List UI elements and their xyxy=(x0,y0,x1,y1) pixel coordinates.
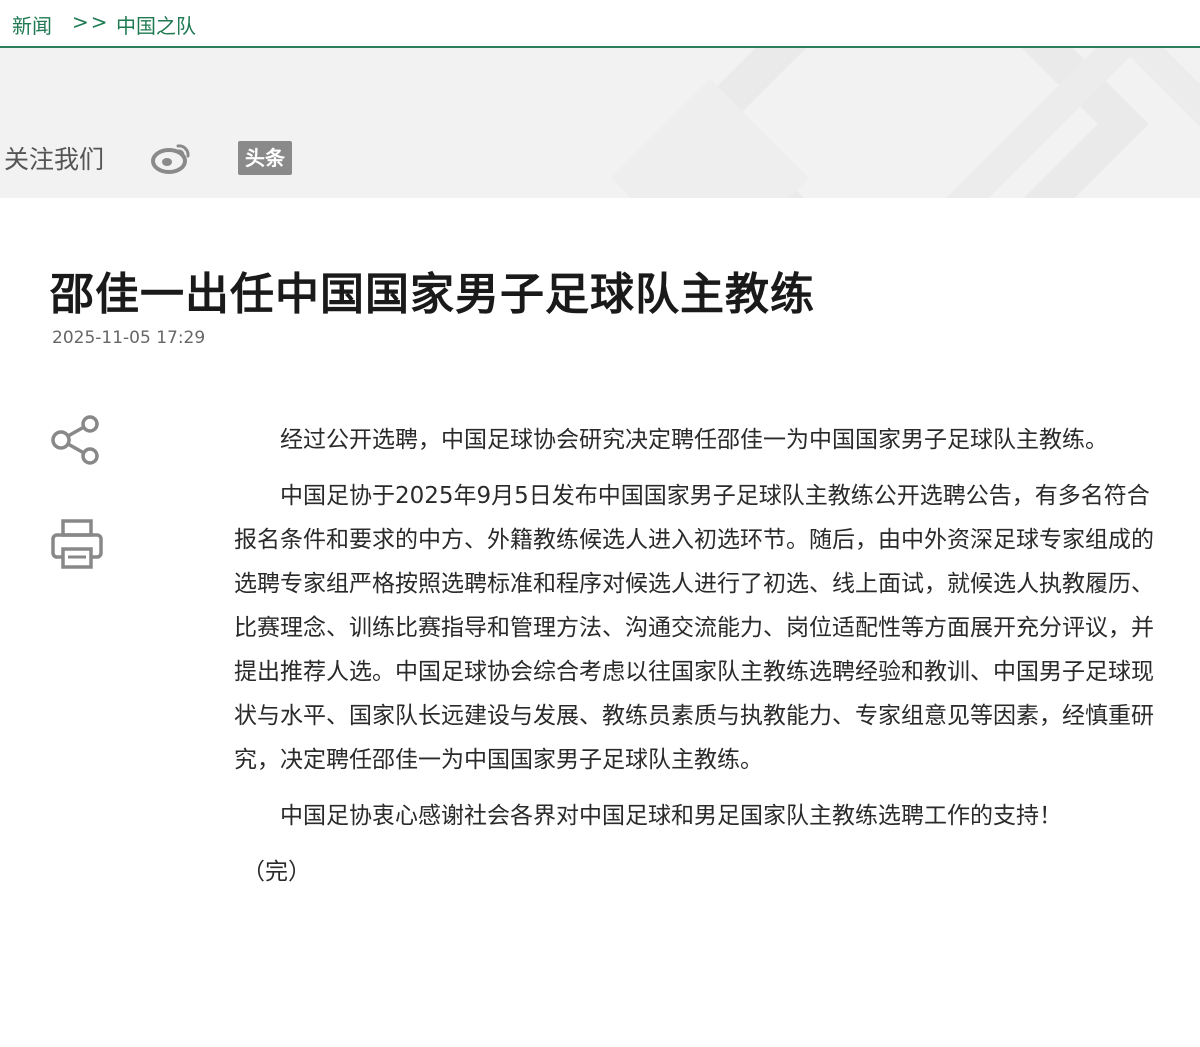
article-end-mark: （完） xyxy=(242,859,311,885)
weibo-icon[interactable] xyxy=(150,140,192,174)
share-icon[interactable] xyxy=(50,414,102,466)
breadcrumb-separator: >> xyxy=(72,10,110,34)
follow-us-label: 关注我们 xyxy=(4,145,105,174)
article-date: 2025-11-05 17:29 xyxy=(52,328,206,348)
toutiao-icon[interactable]: 头条 xyxy=(238,141,292,175)
article-paragraph: 中国足协于2025年9月5日发布中国国家男子足球队主教练公开选聘公告，有多名符合… xyxy=(234,483,1154,773)
follow-band: 关注我们 头条 xyxy=(0,48,1200,198)
breadcrumb: 新闻 >> 中国之队 xyxy=(0,0,1200,48)
breadcrumb-home-link[interactable]: 新闻 xyxy=(12,10,52,39)
print-icon[interactable] xyxy=(50,517,104,571)
article-paragraph: 中国足协衷心感谢社会各界对中国足球和男足国家队主教练选聘工作的支持！ xyxy=(280,803,1062,829)
breadcrumb-current-link[interactable]: 中国之队 xyxy=(116,10,196,39)
article-title: 邵佳一出任中国国家男子足球队主教练 xyxy=(50,269,815,320)
article-body: 经过公开选聘，中国足球协会研究决定聘任邵佳一为中国国家男子足球队主教练。 中国足… xyxy=(234,418,1162,906)
article-paragraph: 经过公开选聘，中国足球协会研究决定聘任邵佳一为中国国家男子足球队主教练。 xyxy=(280,427,1108,453)
